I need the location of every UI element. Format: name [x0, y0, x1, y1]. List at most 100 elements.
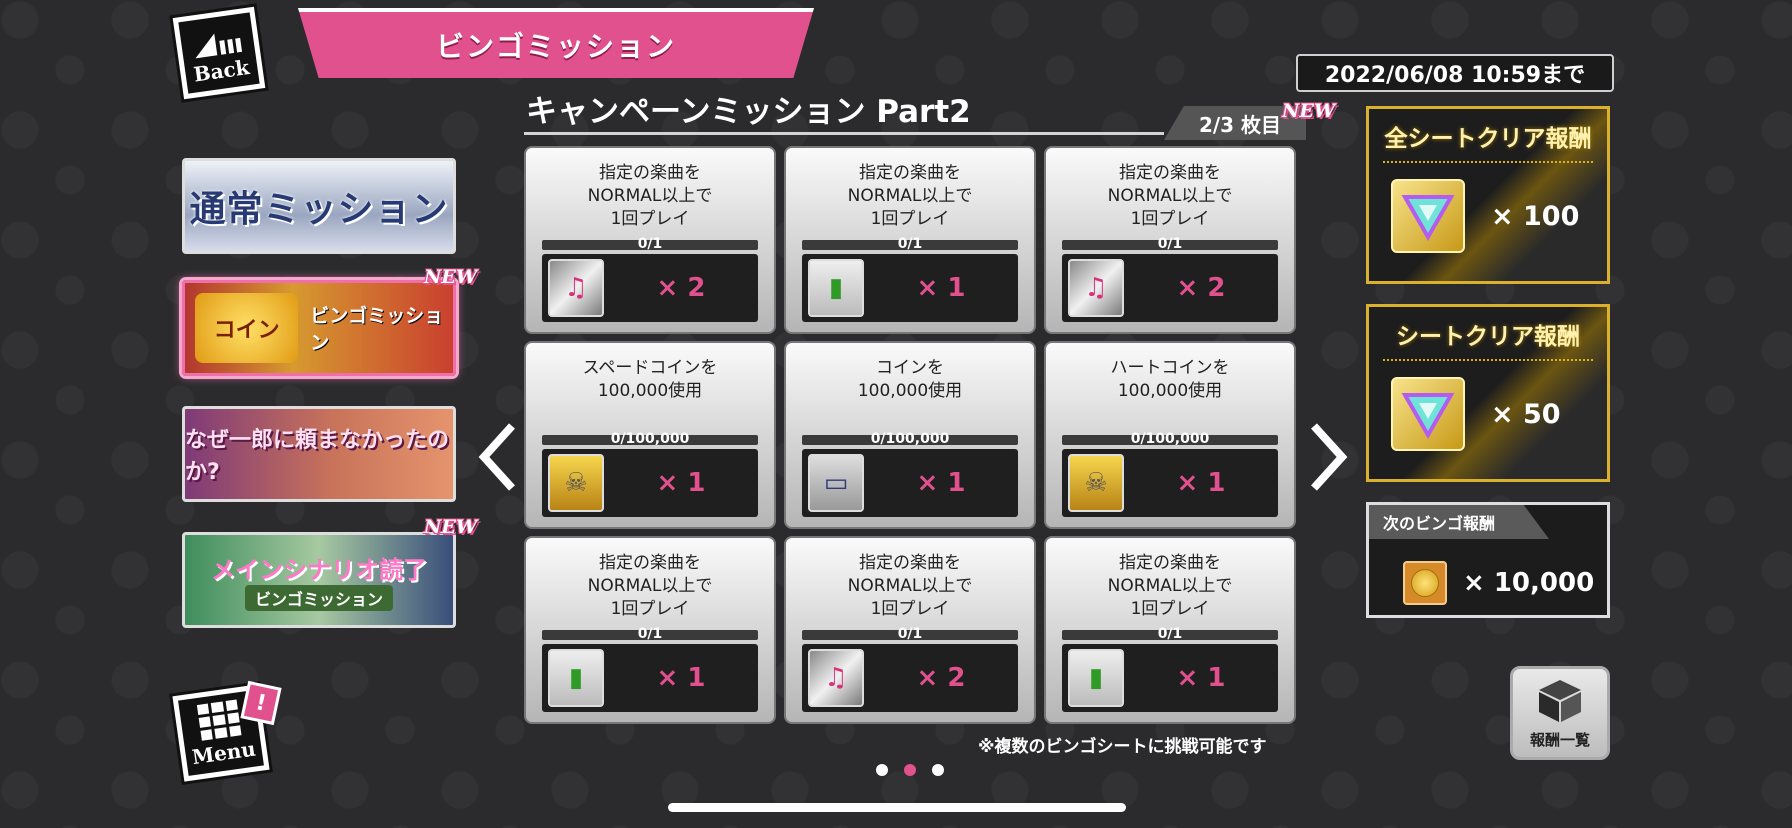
sidebar-item-normal-mission[interactable]: 通常ミッション — [182, 158, 456, 254]
next-bingo-reward: 次のビンゴ報酬 × 10,000 — [1366, 502, 1610, 618]
sidebar-item-sublabel: ビンゴミッション — [244, 584, 393, 611]
reward-qty: × 2 — [1176, 273, 1226, 303]
sheet-music-icon: ♫ — [808, 649, 864, 707]
alert-badge: ! — [240, 680, 282, 726]
progress-bar: 0/1 — [1062, 626, 1278, 642]
page-title: ビンゴミッション — [435, 30, 676, 63]
bingo-cell[interactable]: 指定の楽曲を NORMAL以上で 1回プレイ 0/1 ♫ × 2 — [784, 536, 1036, 724]
mission-text: ハートコインを 100,000使用 — [1110, 358, 1230, 401]
progress-text: 0/1 — [897, 236, 923, 252]
title-divider — [524, 132, 1164, 135]
reward-qty: × 10,000 — [1463, 568, 1595, 598]
reward-box: ♫ × 2 — [542, 254, 758, 322]
box-icon — [1539, 679, 1581, 722]
campaign-title: キャンペーンミッション Part2 — [526, 94, 971, 130]
sidebar-item-coin-bingo[interactable]: コイン ビンゴミッション — [182, 280, 456, 376]
mission-text: 指定の楽曲を NORMAL以上で 1回プレイ — [587, 553, 713, 619]
sheet-music-icon: ♫ — [1068, 259, 1124, 317]
bingo-cell[interactable]: 指定の楽曲を NORMAL以上で 1回プレイ 0/1 ▮ × 1 — [1044, 536, 1296, 724]
bingo-cell[interactable]: 指定の楽曲を NORMAL以上で 1回プレイ 0/1 ▮ × 1 — [784, 146, 1036, 334]
sheet-clear-reward: シートクリア報酬 × 50 — [1366, 304, 1610, 482]
page-dot[interactable] — [932, 764, 944, 776]
bingo-cell[interactable]: コインを 100,000使用 0/100,000 ▭ × 1 — [784, 341, 1036, 529]
reward-qty: × 1 — [1176, 468, 1226, 498]
progress-bar: 0/100,000 — [802, 431, 1018, 447]
bingo-cell[interactable]: 指定の楽曲を NORMAL以上で 1回プレイ 0/1 ♫ × 2 — [1044, 146, 1296, 334]
reward-box: ▮ × 1 — [802, 254, 1018, 322]
reward-title: シートクリア報酬 — [1396, 324, 1580, 350]
reward-qty: × 1 — [916, 273, 966, 303]
prev-sheet-arrow-icon[interactable] — [478, 422, 518, 492]
menu-label: Menu — [190, 736, 258, 770]
next-sheet-arrow-icon[interactable] — [1308, 422, 1348, 492]
reward-qty: × 1 — [656, 663, 706, 693]
reward-box: ▭ × 1 — [802, 449, 1018, 517]
coin-icon — [1403, 561, 1447, 605]
progress-text: 0/1 — [1157, 236, 1183, 252]
progress-text: 0/1 — [637, 236, 663, 252]
coin-campaign-art: コイン — [195, 293, 299, 363]
ticket-icon: ▭ — [808, 454, 864, 512]
all-sheet-clear-reward: 全シートクリア報酬 × 100 — [1366, 106, 1610, 284]
mission-text: 指定の楽曲を NORMAL以上で 1回プレイ — [1107, 163, 1233, 229]
sidebar-item-label: メインシナリオ読了 — [211, 555, 427, 584]
progress-bar: 0/1 — [542, 626, 758, 642]
progress-bar: 0/1 — [542, 236, 758, 252]
reward-qty: × 1 — [916, 468, 966, 498]
reward-box: ☠ × 1 — [542, 449, 758, 517]
reward-box: ♫ × 2 — [1062, 254, 1278, 322]
reward-box: ♫ × 2 — [802, 644, 1018, 712]
back-button[interactable]: Back — [172, 6, 266, 100]
bingo-cell[interactable]: ハートコインを 100,000使用 0/100,000 ☠ × 1 — [1044, 341, 1296, 529]
bingo-note: ※複数のビンゴシートに挑戦可能です — [978, 737, 1267, 757]
skull-medal-icon: ☠ — [1068, 454, 1124, 512]
sidebar-item-label: 通常ミッション — [189, 189, 449, 230]
new-badge: NEW — [424, 266, 478, 288]
sidebar-item-story-event[interactable]: なぜ一郎に頼まなかったのか? — [182, 406, 456, 502]
energy-drink-icon: ▮ — [548, 649, 604, 707]
reward-qty: × 1 — [656, 468, 706, 498]
bingo-cell[interactable]: スペードコインを 100,000使用 0/100,000 ☠ × 1 — [524, 341, 776, 529]
sidebar-item-main-scenario[interactable]: メインシナリオ読了 ビンゴミッション — [182, 532, 456, 628]
reward-qty: × 2 — [656, 273, 706, 303]
progress-bar: 0/1 — [802, 236, 1018, 252]
progress-bar: 0/100,000 — [542, 431, 758, 447]
reward-qty: × 1 — [1176, 663, 1226, 693]
reward-box: ▮ × 1 — [542, 644, 758, 712]
mission-text: スペードコインを 100,000使用 — [582, 358, 718, 401]
progress-text: 0/100,000 — [1130, 431, 1210, 447]
new-badge: NEW — [424, 516, 478, 538]
energy-drink-icon: ▮ — [808, 259, 864, 317]
back-arrow-icon — [195, 33, 243, 59]
progress-text: 0/100,000 — [610, 431, 690, 447]
sidebar-item-label: なぜ一郎に頼まなかったのか? — [185, 428, 450, 485]
progress-text: 0/100,000 — [870, 431, 950, 447]
mission-text: 指定の楽曲を NORMAL以上で 1回プレイ — [587, 163, 713, 229]
page-indicator — [876, 764, 944, 776]
bingo-cell[interactable]: 指定の楽曲を NORMAL以上で 1回プレイ 0/1 ▮ × 1 — [524, 536, 776, 724]
reward-list-button[interactable]: 報酬一覧 — [1510, 666, 1610, 760]
reward-list-label: 報酬一覧 — [1529, 730, 1590, 749]
skull-medal-icon: ☠ — [548, 454, 604, 512]
reward-qty: × 50 — [1491, 398, 1561, 430]
bingo-cell[interactable]: 指定の楽曲を NORMAL以上で 1回プレイ 0/1 ♫ × 2 — [524, 146, 776, 334]
progress-text: 0/1 — [1157, 626, 1183, 642]
home-indicator[interactable] — [668, 803, 1126, 812]
energy-drink-icon: ▮ — [1068, 649, 1124, 707]
reward-qty: × 2 — [916, 663, 966, 693]
rainbow-triangle-icon — [1391, 377, 1465, 451]
progress-bar: 0/1 — [1062, 236, 1278, 252]
mission-text: 指定の楽曲を NORMAL以上で 1回プレイ — [847, 553, 973, 619]
sheet-music-icon: ♫ — [548, 259, 604, 317]
progress-text: 0/1 — [897, 626, 923, 642]
progress-bar: 0/1 — [802, 626, 1018, 642]
page-dot-active[interactable] — [904, 764, 916, 776]
progress-text: 0/1 — [637, 626, 663, 642]
page-dot[interactable] — [876, 764, 888, 776]
progress-bar: 0/100,000 — [1062, 431, 1278, 447]
deadline-label: 2022/06/08 10:59まで — [1296, 54, 1614, 92]
reward-title: 全シートクリア報酬 — [1384, 126, 1592, 152]
back-label: Back — [192, 55, 251, 87]
reward-title: 次のビンゴ報酬 — [1369, 505, 1549, 539]
reward-box: ☠ × 1 — [1062, 449, 1278, 517]
